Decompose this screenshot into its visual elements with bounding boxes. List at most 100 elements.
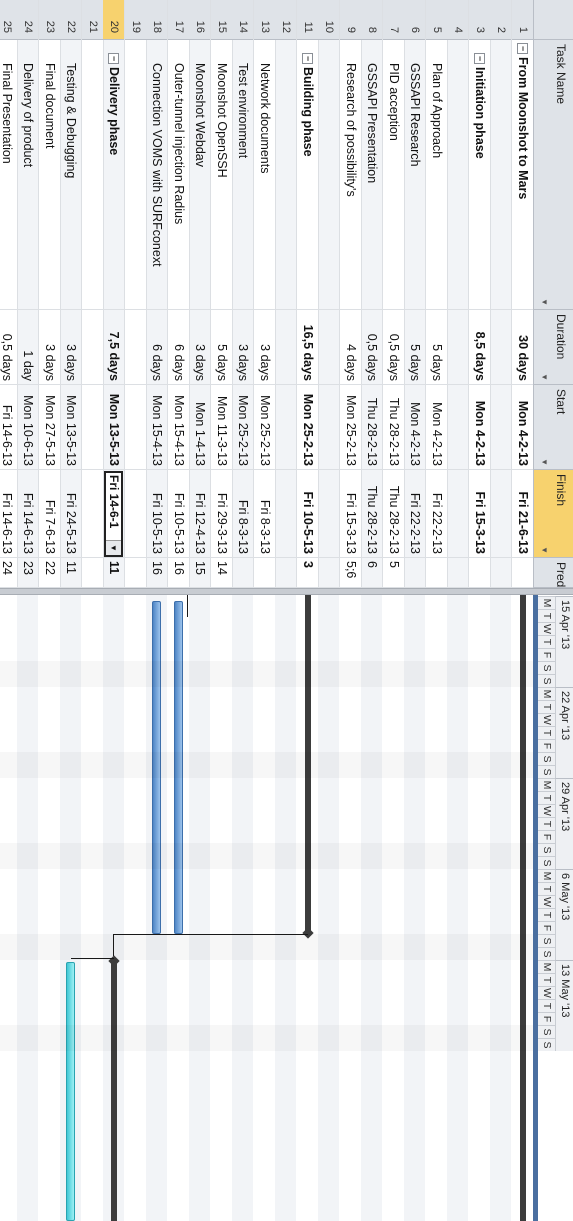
collapse-toggle-icon[interactable]: −	[473, 53, 485, 64]
duration-cell[interactable]: 6 days	[168, 310, 189, 385]
task-name-cell[interactable]: Final document	[39, 40, 60, 310]
task-row[interactable]: 3 − Initiation phase 8,5 days Mon 4-2-13 Fri …	[468, 0, 490, 588]
duration-cell[interactable]	[318, 310, 340, 385]
finish-date-value[interactable]: Fri 14-6-1	[107, 475, 122, 528]
task-name-cell[interactable]: − Delivery phase	[103, 40, 125, 310]
predecessors-cell[interactable]: 14	[211, 558, 232, 588]
task-row[interactable]: 4	[447, 0, 469, 588]
sort-arrow-icon[interactable]: ▼	[540, 373, 549, 381]
start-cell[interactable]	[318, 385, 340, 470]
column-header-finish[interactable]: Finish ▼	[533, 470, 573, 558]
start-cell[interactable]: Mon 13-5-13	[103, 385, 125, 470]
finish-cell[interactable]: Fri 8-3-13	[232, 470, 254, 558]
task-name-cell[interactable]: Research of possibility's	[340, 40, 361, 310]
finish-cell[interactable]	[490, 470, 512, 558]
column-header-duration[interactable]: Duration ▼	[533, 310, 573, 385]
task-name-cell[interactable]: GSSAPI Research	[404, 40, 426, 310]
task-row[interactable]: 17 Outer-tunnel injection Radius 6 days Mon…	[167, 0, 189, 588]
row-number[interactable]: 22	[60, 0, 82, 40]
start-cell[interactable]: Mon 11-3-13	[211, 385, 232, 470]
start-cell[interactable]	[490, 385, 512, 470]
start-cell[interactable]: Fri 14-6-13	[0, 385, 17, 470]
task-row[interactable]: 2	[490, 0, 512, 588]
row-number[interactable]: 10	[318, 0, 340, 40]
task-name-cell[interactable]: Delivery of product	[17, 40, 39, 310]
duration-cell[interactable]: 16,5 days	[297, 310, 318, 385]
start-cell[interactable]: Mon 15-4-13	[168, 385, 189, 470]
column-header-predecessors[interactable]: Pred	[533, 558, 573, 588]
predecessors-cell[interactable]	[447, 558, 469, 588]
task-name-cell[interactable]	[490, 40, 512, 310]
finish-cell[interactable]: Fri 10-5-13	[168, 470, 189, 558]
predecessors-cell[interactable]	[82, 558, 103, 588]
start-cell[interactable]: Mon 25-2-13	[254, 385, 275, 470]
row-number[interactable]: 15	[211, 0, 232, 40]
predecessors-cell[interactable]	[318, 558, 340, 588]
start-cell[interactable]: Mon 25-2-13	[232, 385, 254, 470]
row-number[interactable]: 5	[426, 0, 447, 40]
task-row[interactable]: 11 − Building phase 16,5 days Mon 25-2-13 Fri…	[296, 0, 318, 588]
start-cell[interactable]: Mon 15-4-13	[146, 385, 168, 470]
duration-cell[interactable]: 1 day	[17, 310, 39, 385]
duration-cell[interactable]	[490, 310, 512, 385]
finish-cell[interactable]	[318, 470, 340, 558]
start-cell[interactable]: Mon 1-4-13	[189, 385, 211, 470]
task-row[interactable]: 14 Test environment 3 days Mon 25-2-13 Fri 8…	[232, 0, 254, 588]
start-cell[interactable]: Mon 4-2-13	[426, 385, 447, 470]
row-number[interactable]: 13	[254, 0, 275, 40]
predecessors-cell[interactable]	[426, 558, 447, 588]
column-header-task-name[interactable]: Task Name ▼	[533, 40, 573, 310]
duration-cell[interactable]: 3 days	[254, 310, 275, 385]
duration-cell[interactable]	[275, 310, 297, 385]
task-name-cell[interactable]: Final Presentation	[0, 40, 17, 310]
row-number[interactable]: 9	[340, 0, 361, 40]
project-summary-bar[interactable]	[520, 595, 526, 1221]
duration-cell[interactable]: 5 days	[404, 310, 426, 385]
predecessors-cell[interactable]	[404, 558, 426, 588]
row-number[interactable]: 24	[17, 0, 39, 40]
row-number[interactable]: 17	[168, 0, 189, 40]
row-number[interactable]: 12	[275, 0, 297, 40]
sort-arrow-icon[interactable]: ▼	[540, 298, 549, 306]
duration-cell[interactable]	[447, 310, 469, 385]
finish-cell[interactable]: Fri 7-6-13	[39, 470, 60, 558]
duration-cell[interactable]	[125, 310, 146, 385]
task-row[interactable]: 22 Testing & Debugging 3 days Mon 13-5-13 Fr…	[60, 0, 82, 588]
start-cell[interactable]: Mon 4-2-13	[469, 385, 490, 470]
finish-cell[interactable]: Fri 24-5-13	[60, 470, 82, 558]
row-number[interactable]: 11	[297, 0, 318, 40]
start-cell[interactable]: Mon 25-2-13	[340, 385, 361, 470]
task-name-cell[interactable]: Moonshot OpenSSH	[211, 40, 232, 310]
task-row[interactable]: 10	[318, 0, 340, 588]
task-name-cell[interactable]: Moonshot Webdav	[189, 40, 211, 310]
predecessors-cell[interactable]: 22	[39, 558, 60, 588]
collapse-toggle-icon[interactable]: −	[108, 53, 120, 64]
task-row[interactable]: 5 Plan of Approach 5 days Mon 4-2-13 Fri 22-…	[425, 0, 447, 588]
task-row[interactable]: 19	[124, 0, 146, 588]
date-picker-dropdown-icon[interactable]: ▼	[106, 540, 122, 555]
row-number[interactable]: 1	[512, 0, 533, 40]
row-number[interactable]: 20	[103, 0, 125, 40]
predecessors-cell[interactable]	[469, 558, 490, 588]
predecessors-cell[interactable]: 16	[146, 558, 168, 588]
predecessors-cell[interactable]	[232, 558, 254, 588]
task-name-cell[interactable]	[318, 40, 340, 310]
finish-cell[interactable]: Thu 28-2-13	[361, 470, 383, 558]
row-number[interactable]: 2	[490, 0, 512, 40]
task-row[interactable]: 6 GSSAPI Research 5 days Mon 4-2-13 Fri 22-2…	[404, 0, 426, 588]
duration-cell[interactable]: 0,5 days	[361, 310, 383, 385]
predecessors-cell[interactable]: 6	[361, 558, 383, 588]
finish-cell[interactable]	[275, 470, 297, 558]
start-cell[interactable]: Mon 27-5-13	[39, 385, 60, 470]
task-row[interactable]: 12	[275, 0, 297, 588]
task-name-cell[interactable]: − From Moonshot to Mars	[512, 40, 533, 310]
task-row[interactable]: 20 −Delivery phase 7,5 days Mon 13-5-13 11 Fr…	[103, 0, 125, 588]
duration-cell[interactable]: 6 days	[146, 310, 168, 385]
column-header-start[interactable]: Start ▼	[533, 385, 573, 470]
finish-cell[interactable]: Fri 29-3-13	[211, 470, 232, 558]
task-row[interactable]: 13 Network documents 3 days Mon 25-2-13 Fri …	[253, 0, 275, 588]
start-cell[interactable]	[447, 385, 469, 470]
row-number[interactable]: 14	[232, 0, 254, 40]
task-name-cell[interactable]	[275, 40, 297, 310]
predecessors-cell[interactable]: 24	[0, 558, 17, 588]
